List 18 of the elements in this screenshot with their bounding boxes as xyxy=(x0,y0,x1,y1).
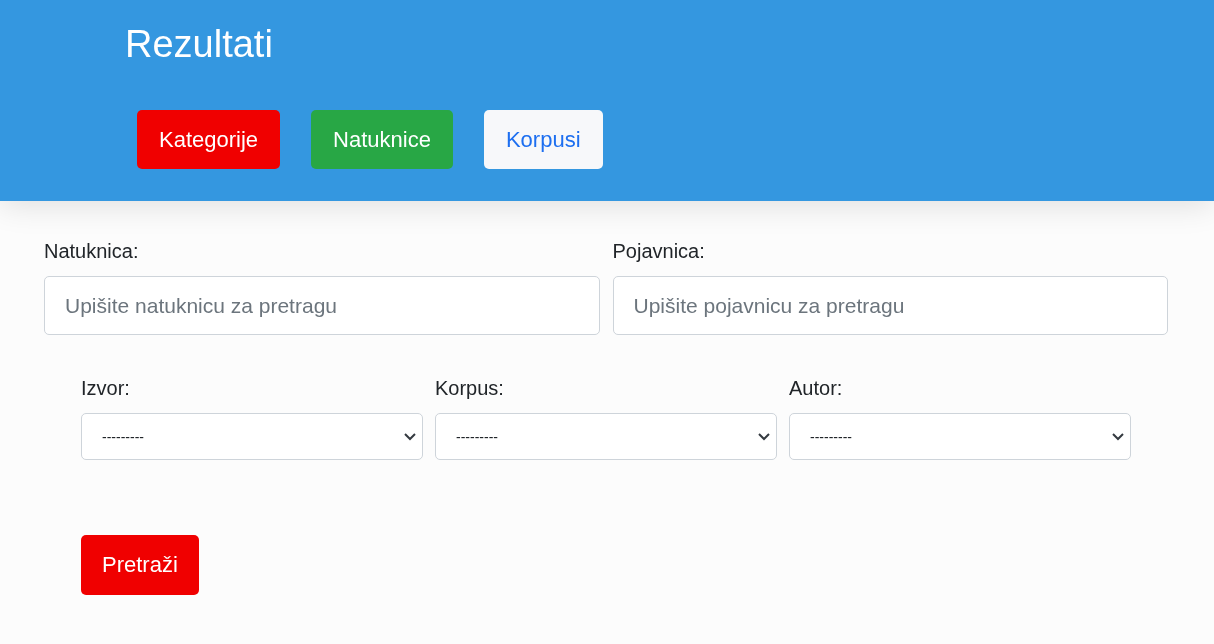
chevron-down-icon xyxy=(1112,432,1124,441)
page-title: Rezultati xyxy=(125,22,274,67)
filter-label: Korpus: xyxy=(435,377,505,400)
search-field[interactable]: Upišite pojavnicu za pretragu xyxy=(612,276,1168,335)
search-field[interactable]: Upišite natuknicu za pretragu xyxy=(44,276,600,335)
field-label: Natuknica: xyxy=(44,240,140,263)
dropdown-select[interactable]: --------- xyxy=(81,413,423,460)
chevron-down-icon xyxy=(758,432,770,441)
chevron-down-icon xyxy=(404,432,416,441)
nav-button[interactable]: Korpusi xyxy=(483,110,603,169)
nav-button[interactable]: Natuknice xyxy=(311,110,453,169)
filter-label: Autor: xyxy=(789,377,844,400)
filter-label: Izvor: xyxy=(81,377,131,400)
nav-button[interactable]: Kategorije xyxy=(137,110,281,169)
dropdown-select[interactable]: --------- xyxy=(435,413,777,460)
search-button[interactable]: Pretraži xyxy=(81,535,199,595)
field-label: Pojavnica: xyxy=(612,240,706,263)
dropdown-select[interactable]: --------- xyxy=(789,413,1131,460)
